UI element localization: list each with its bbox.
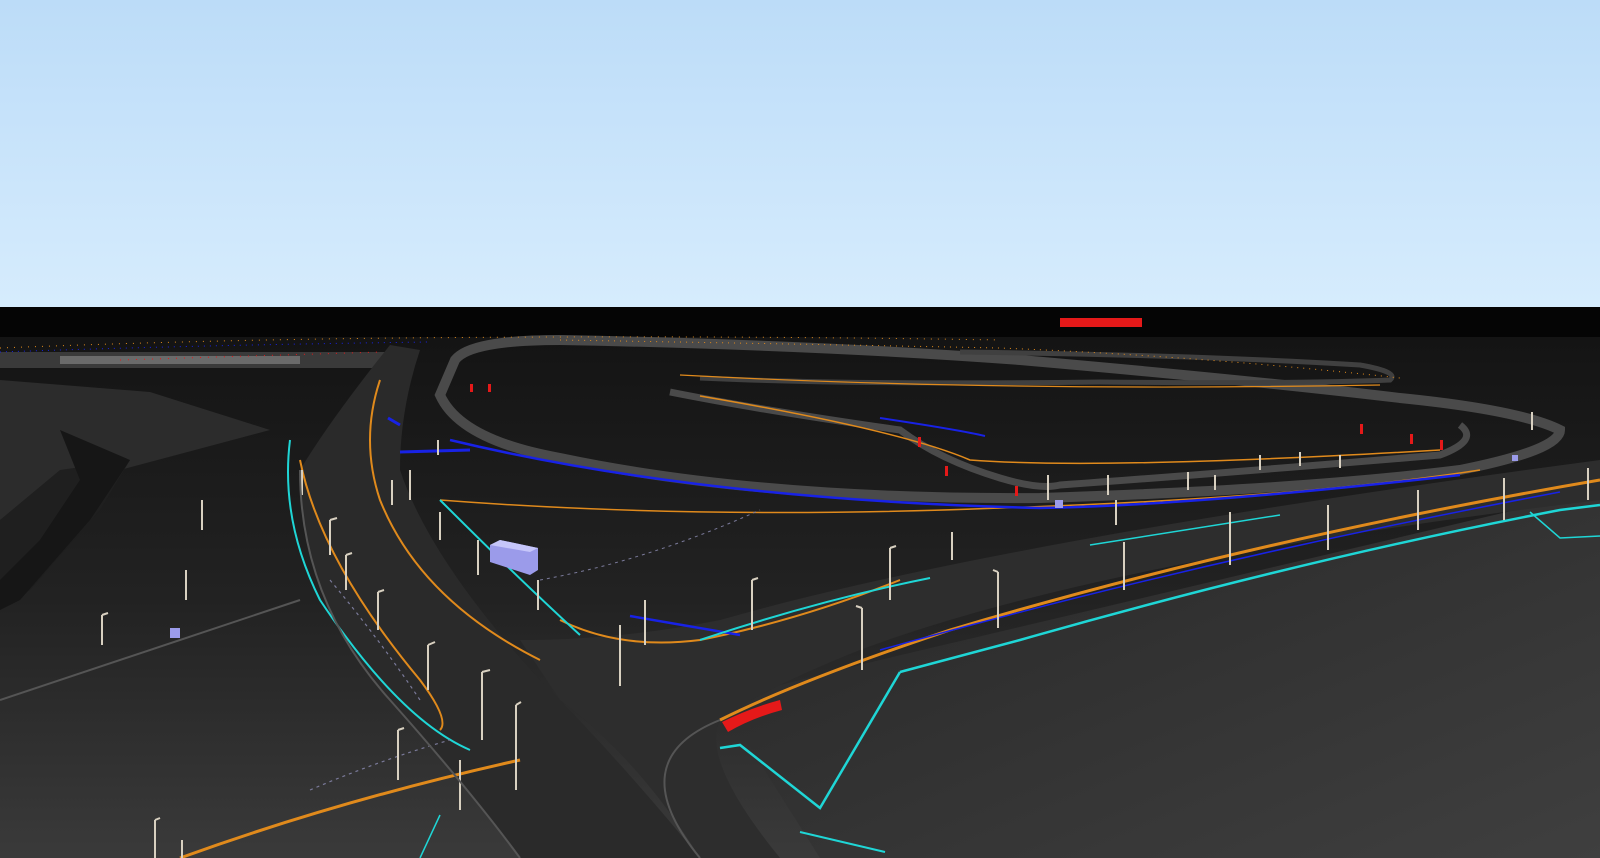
3d-viewport[interactable] [0, 0, 1600, 858]
road-network-scene[interactable] [0, 0, 1600, 858]
far-urban-strip-light [60, 356, 300, 364]
red-horizon-bar [1060, 318, 1142, 327]
box-object-small [170, 628, 180, 638]
box-object-tiny-2 [1512, 455, 1518, 461]
box-object-tiny [1055, 500, 1063, 508]
